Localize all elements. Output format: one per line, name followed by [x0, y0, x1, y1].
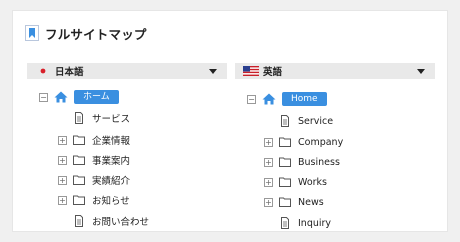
- folder-icon: [279, 196, 291, 208]
- tree-node-label[interactable]: 企業情報: [92, 133, 130, 147]
- language-select-english[interactable]: 英語: [235, 63, 435, 79]
- home-icon: [262, 93, 276, 105]
- folder-icon: [279, 176, 291, 188]
- sitemap-panel-japanese: 日本語 − ホーム サービス + 企業情報 + 事業案内 + 実績紹介 + お知…: [27, 63, 227, 233]
- home-icon: [54, 91, 68, 103]
- tree-node-label[interactable]: サービス: [92, 111, 130, 125]
- folder-icon: [279, 156, 291, 168]
- tree-node-service[interactable]: サービス: [73, 110, 130, 126]
- chevron-down-icon[interactable]: [417, 69, 425, 74]
- page-title: フルサイトマップ: [45, 26, 147, 42]
- expand-toggle-icon[interactable]: +: [264, 137, 273, 147]
- tree-node-label[interactable]: 実績紹介: [92, 173, 130, 187]
- sitemap-card: フルサイトマップ 日本語 − ホーム サービス + 企業情報 + 事業案内 + …: [12, 10, 448, 232]
- tree-node-news[interactable]: + お知らせ: [58, 192, 130, 208]
- expand-toggle-icon[interactable]: +: [58, 175, 67, 185]
- tree-node-home[interactable]: − ホーム: [39, 89, 119, 105]
- file-icon: [279, 115, 291, 127]
- collapse-toggle-icon[interactable]: −: [39, 92, 48, 102]
- collapse-toggle-icon[interactable]: −: [247, 94, 256, 104]
- tree-node-works[interactable]: + 実績紹介: [58, 172, 130, 188]
- folder-icon: [73, 194, 85, 206]
- tree-node-label[interactable]: News: [298, 197, 324, 208]
- language-label: 英語: [263, 67, 283, 78]
- folder-icon: [279, 136, 291, 148]
- home-link[interactable]: ホーム: [74, 90, 119, 104]
- japan-flag-icon: [35, 66, 51, 76]
- file-icon: [73, 215, 85, 227]
- sitemap-panel-english: 英語 − Home Service + Company + Business +…: [235, 63, 435, 233]
- expand-toggle-icon[interactable]: +: [264, 177, 273, 187]
- file-icon: [73, 112, 85, 124]
- tree-node-home[interactable]: − Home: [247, 91, 327, 107]
- folder-icon: [73, 134, 85, 146]
- tree-node-label[interactable]: Works: [298, 177, 327, 188]
- tree-node-business[interactable]: + 事業案内: [58, 152, 130, 168]
- expand-toggle-icon[interactable]: +: [58, 135, 67, 145]
- tree-node-label[interactable]: Business: [298, 157, 340, 168]
- tree-node-works[interactable]: + Works: [264, 174, 327, 190]
- chevron-down-icon[interactable]: [209, 69, 217, 74]
- language-select-japanese[interactable]: 日本語: [27, 63, 227, 79]
- tree-node-business[interactable]: + Business: [264, 154, 340, 170]
- tree-node-news[interactable]: + News: [264, 194, 324, 210]
- home-link[interactable]: Home: [282, 92, 327, 106]
- expand-toggle-icon[interactable]: +: [58, 155, 67, 165]
- tree-node-label[interactable]: 事業案内: [92, 153, 130, 167]
- file-icon: [279, 217, 291, 229]
- tree-node-label[interactable]: Company: [298, 137, 343, 148]
- tree-node-label[interactable]: Inquiry: [298, 218, 331, 229]
- page-title-row: フルサイトマップ: [25, 23, 147, 43]
- expand-toggle-icon[interactable]: +: [264, 157, 273, 167]
- language-label: 日本語: [55, 67, 84, 78]
- us-flag-icon: [243, 66, 259, 76]
- bookmark-icon: [25, 25, 39, 41]
- tree-node-company[interactable]: + 企業情報: [58, 132, 130, 148]
- folder-icon: [73, 174, 85, 186]
- tree-node-company[interactable]: + Company: [264, 134, 343, 150]
- folder-icon: [73, 154, 85, 166]
- expand-toggle-icon[interactable]: +: [58, 195, 67, 205]
- tree-node-label[interactable]: お問い合わせ: [92, 214, 149, 228]
- tree-node-service[interactable]: Service: [279, 113, 333, 129]
- expand-toggle-icon[interactable]: +: [264, 197, 273, 207]
- tree-node-inquiry[interactable]: お問い合わせ: [73, 213, 149, 229]
- tree-node-label[interactable]: Service: [298, 116, 333, 127]
- tree-node-label[interactable]: お知らせ: [92, 193, 130, 207]
- tree-node-inquiry[interactable]: Inquiry: [279, 215, 331, 231]
